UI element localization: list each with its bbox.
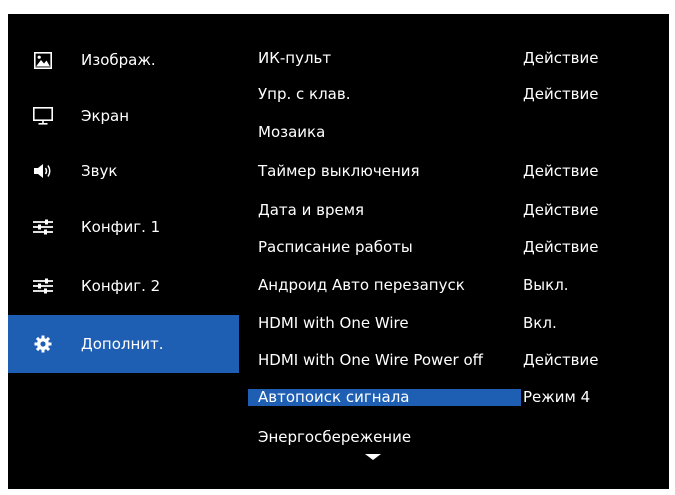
setting-off-timer[interactable]: Таймер выключения Действие bbox=[248, 156, 669, 186]
category-label: Конфиг. 2 bbox=[81, 277, 161, 295]
setting-value: Выкл. bbox=[523, 276, 569, 294]
sliders-icon bbox=[32, 216, 54, 238]
gear-icon bbox=[32, 333, 54, 355]
category-config-2[interactable]: Конфиг. 2 bbox=[8, 257, 239, 315]
setting-label: HDMI with One Wire bbox=[258, 314, 409, 332]
category-label: Дополнит. bbox=[81, 335, 164, 353]
category-screen[interactable]: Экран bbox=[8, 87, 239, 145]
setting-hdmi-one-wire[interactable]: HDMI with One Wire Вкл. bbox=[248, 308, 669, 338]
setting-value: Действие bbox=[523, 238, 599, 256]
category-label: Конфиг. 1 bbox=[81, 218, 161, 236]
category-config-1[interactable]: Конфиг. 1 bbox=[8, 198, 239, 256]
chevron-down-icon[interactable] bbox=[365, 454, 381, 460]
setting-value: Вкл. bbox=[523, 314, 557, 332]
setting-value: Действие bbox=[523, 49, 599, 67]
setting-tiling[interactable]: Мозаика bbox=[248, 117, 669, 147]
setting-power-save[interactable]: Энергосбережение bbox=[248, 422, 669, 452]
category-label: Изображ. bbox=[81, 51, 156, 69]
category-picture[interactable]: Изображ. bbox=[8, 31, 239, 89]
osd-menu: Изображ. Экран Звук Конфиг. 1 Конфиг. 2 … bbox=[8, 14, 669, 489]
setting-label: Таймер выключения bbox=[258, 162, 420, 180]
setting-schedule[interactable]: Расписание работы Действие bbox=[248, 232, 669, 262]
category-label: Экран bbox=[81, 107, 130, 125]
setting-ir-remote[interactable]: ИК-пульт Действие bbox=[248, 43, 669, 73]
setting-android-auto-restart[interactable]: Андроид Авто перезапуск Выкл. bbox=[248, 270, 669, 300]
setting-label: Автопоиск сигнала bbox=[258, 388, 410, 406]
setting-keypad-control[interactable]: Упр. с клав. Действие bbox=[248, 79, 669, 109]
setting-label: Расписание работы bbox=[258, 238, 413, 256]
setting-auto-signal-detection[interactable]: Автопоиск сигнала Режим 4 bbox=[248, 382, 669, 412]
setting-label: Энергосбережение bbox=[258, 428, 412, 446]
sliders-icon bbox=[32, 275, 54, 297]
setting-label: ИК-пульт bbox=[258, 49, 332, 67]
setting-value: Действие bbox=[523, 201, 599, 219]
setting-value: Действие bbox=[523, 351, 599, 369]
setting-label: Упр. с клав. bbox=[258, 85, 351, 103]
monitor-icon bbox=[32, 105, 54, 127]
speaker-icon bbox=[32, 160, 54, 182]
category-sound[interactable]: Звук bbox=[8, 142, 239, 200]
setting-value: Действие bbox=[523, 85, 599, 103]
setting-label: Дата и время bbox=[258, 201, 365, 219]
setting-value: Действие bbox=[523, 162, 599, 180]
setting-label: HDMI with One Wire Power off bbox=[258, 351, 483, 369]
setting-label: Мозаика bbox=[258, 123, 326, 141]
category-advanced[interactable]: Дополнит. bbox=[8, 315, 239, 373]
picture-icon bbox=[32, 49, 54, 71]
category-label: Звук bbox=[81, 162, 118, 180]
setting-date-time[interactable]: Дата и время Действие bbox=[248, 195, 669, 225]
setting-label: Андроид Авто перезапуск bbox=[258, 276, 465, 294]
setting-hdmi-one-wire-power-off[interactable]: HDMI with One Wire Power off Действие bbox=[248, 345, 669, 375]
setting-value: Режим 4 bbox=[523, 388, 591, 406]
